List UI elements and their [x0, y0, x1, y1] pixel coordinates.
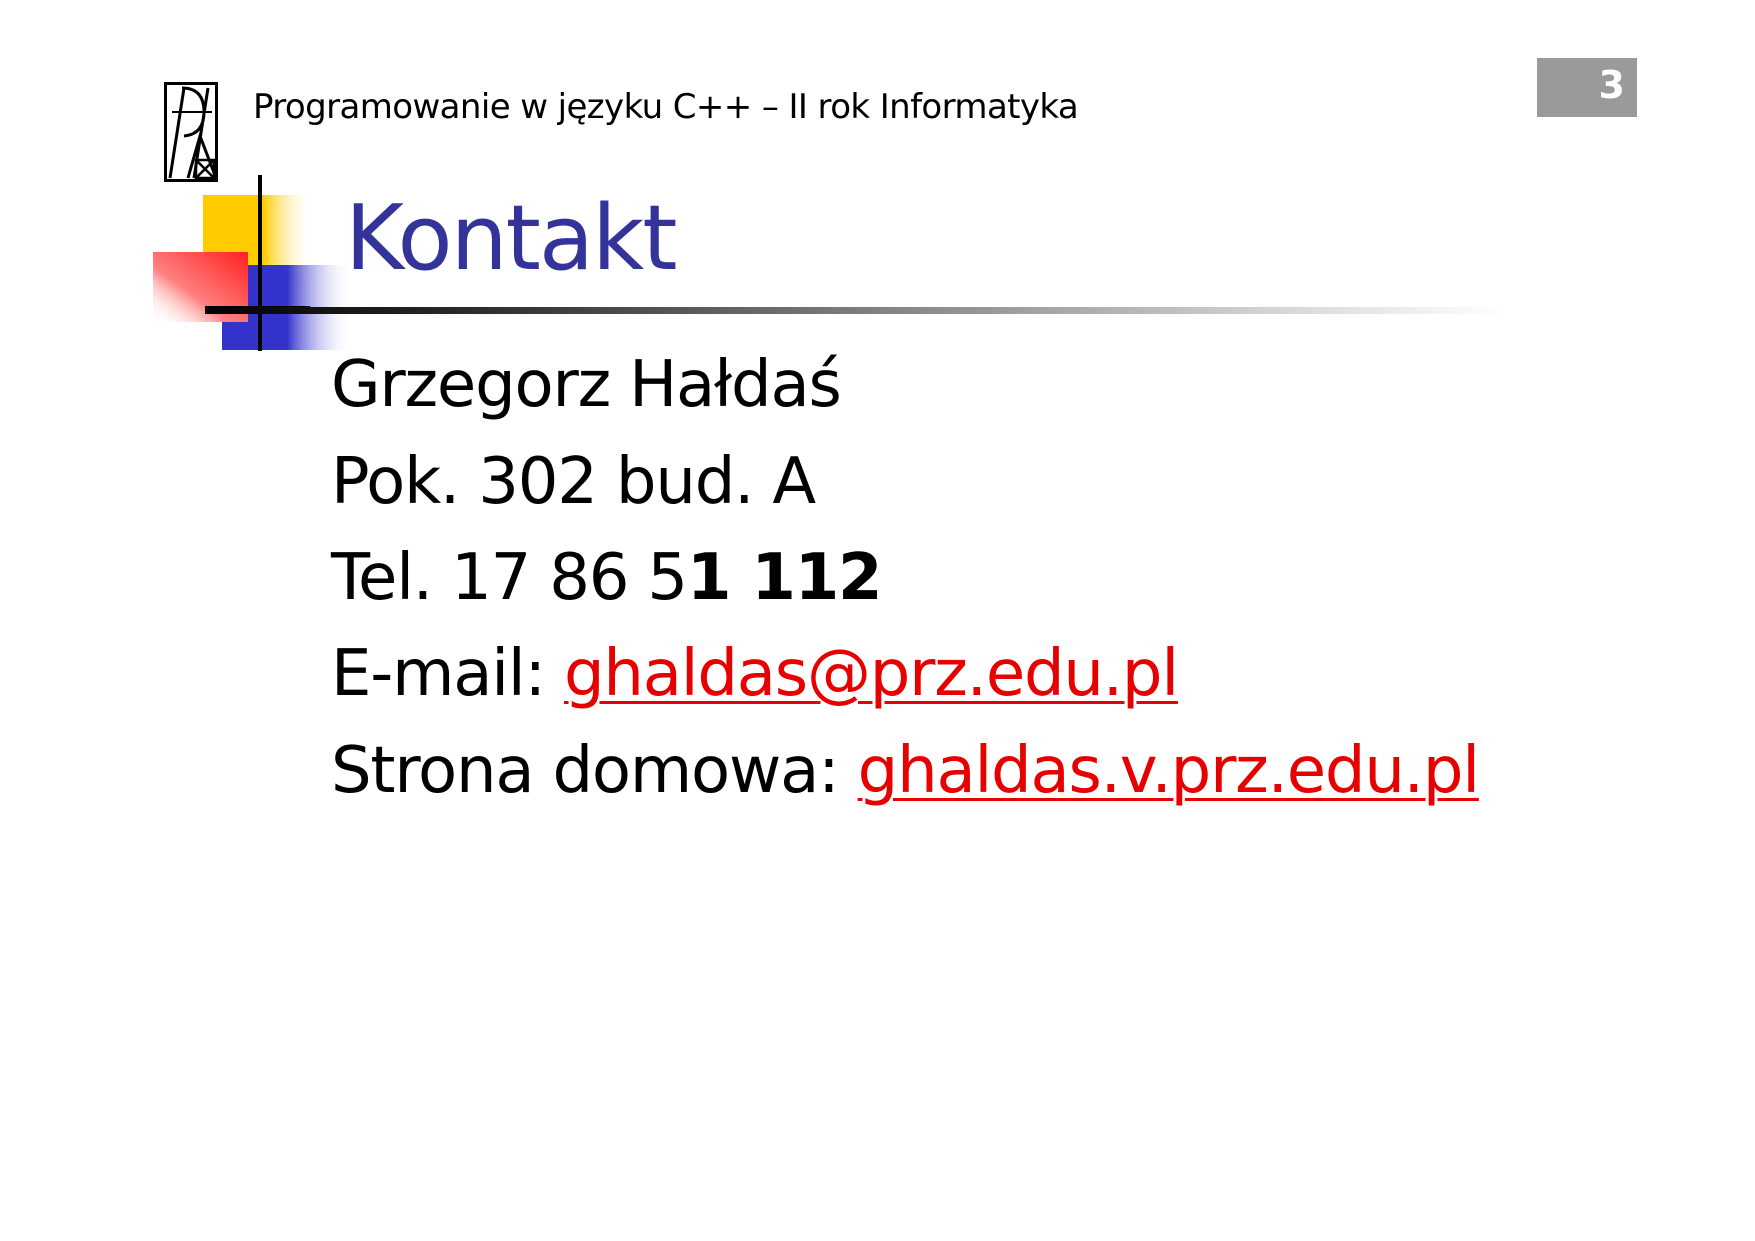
email-label: E-mail:: [331, 637, 564, 711]
slide-title: Kontakt: [345, 186, 677, 291]
homepage-label: Strona domowa:: [331, 734, 858, 808]
prz-university-logo-icon: [164, 82, 218, 182]
homepage-link[interactable]: ghaldas.v.prz.edu.pl: [858, 734, 1480, 808]
contact-email: E-mail: ghaldas@prz.edu.pl: [331, 634, 1179, 714]
contact-homepage: Strona domowa: ghaldas.v.prz.edu.pl: [331, 731, 1480, 811]
page-number: 3: [1598, 63, 1625, 107]
contact-name: Grzegorz Hałdaś: [331, 348, 842, 422]
phone-prefix: Tel. 17 86 5: [331, 541, 688, 615]
phone-extension: 1 112: [686, 541, 883, 615]
header-title: Programowanie w języku C++ – II rok Info…: [253, 87, 1079, 127]
page-number-badge: 3: [1537, 58, 1637, 117]
title-underline-divider: [205, 307, 1505, 314]
email-link[interactable]: ghaldas@prz.edu.pl: [564, 637, 1179, 711]
contact-phone: Tel. 17 86 51 112: [331, 538, 883, 618]
contact-room: Pok. 302 bud. A: [331, 445, 816, 519]
